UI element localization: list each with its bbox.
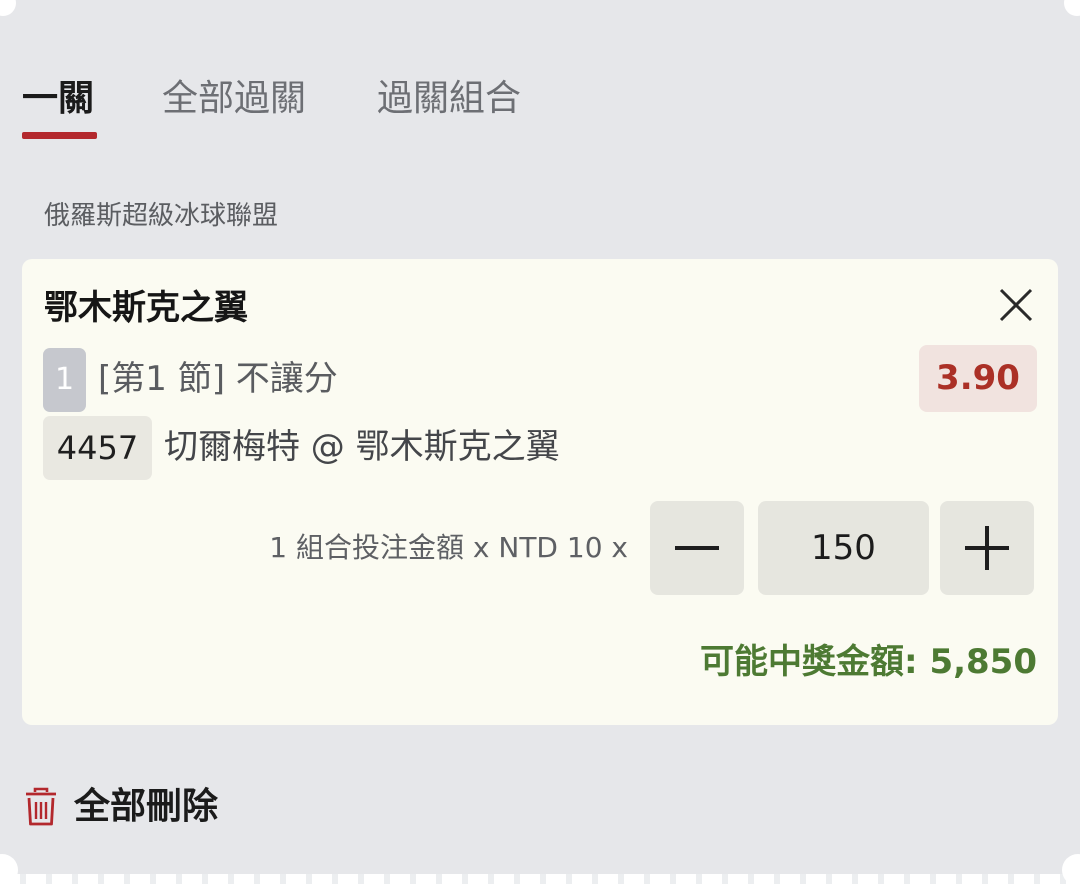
bet-type-tabs: 一關 全部過關 過關組合 (22, 74, 1058, 144)
tab-parlay-combo[interactable]: 過關組合 (377, 74, 521, 124)
bet-slip: 一關 全部過關 過關組合 俄羅斯超級冰球聯盟 鄂木斯克之翼 1 [第1 節] 不… (0, 0, 1080, 884)
scallop-corner (1062, 854, 1080, 884)
trash-icon (26, 787, 56, 826)
remove-bet-button[interactable] (994, 283, 1038, 327)
stake-label: 1 組合投注金額 x NTD 10 x (269, 531, 628, 564)
match-name: 切爾梅特 @ 鄂木斯克之翼 (164, 427, 560, 467)
potential-payout: 可能中獎金額: 5,850 (700, 642, 1037, 682)
scallop-corner (0, 0, 16, 16)
plus-icon (965, 526, 1009, 570)
scallop-corner (1064, 0, 1080, 16)
tab-single[interactable]: 一關 (22, 74, 94, 124)
league-name: 俄羅斯超級冰球聯盟 (44, 201, 279, 231)
selection-team: 鄂木斯克之翼 (44, 288, 248, 328)
stake-input[interactable] (758, 501, 929, 595)
perforated-edge (0, 874, 1080, 884)
increase-stake-button[interactable] (940, 501, 1034, 595)
bet-card: 鄂木斯克之翼 1 [第1 節] 不讓分 3.90 4457 切爾梅特 @ 鄂木斯… (22, 259, 1058, 725)
minus-icon (675, 546, 719, 550)
period-badge: 1 (43, 348, 86, 412)
delete-all-label: 全部刪除 (74, 786, 219, 827)
odds-badge: 3.90 (919, 345, 1037, 412)
close-icon (999, 288, 1033, 322)
match-id-badge: 4457 (43, 416, 152, 480)
market-description: [第1 節] 不讓分 (98, 359, 338, 399)
tab-all-parlay[interactable]: 全部過關 (162, 74, 306, 124)
decrease-stake-button[interactable] (650, 501, 744, 595)
active-tab-indicator (22, 132, 97, 139)
